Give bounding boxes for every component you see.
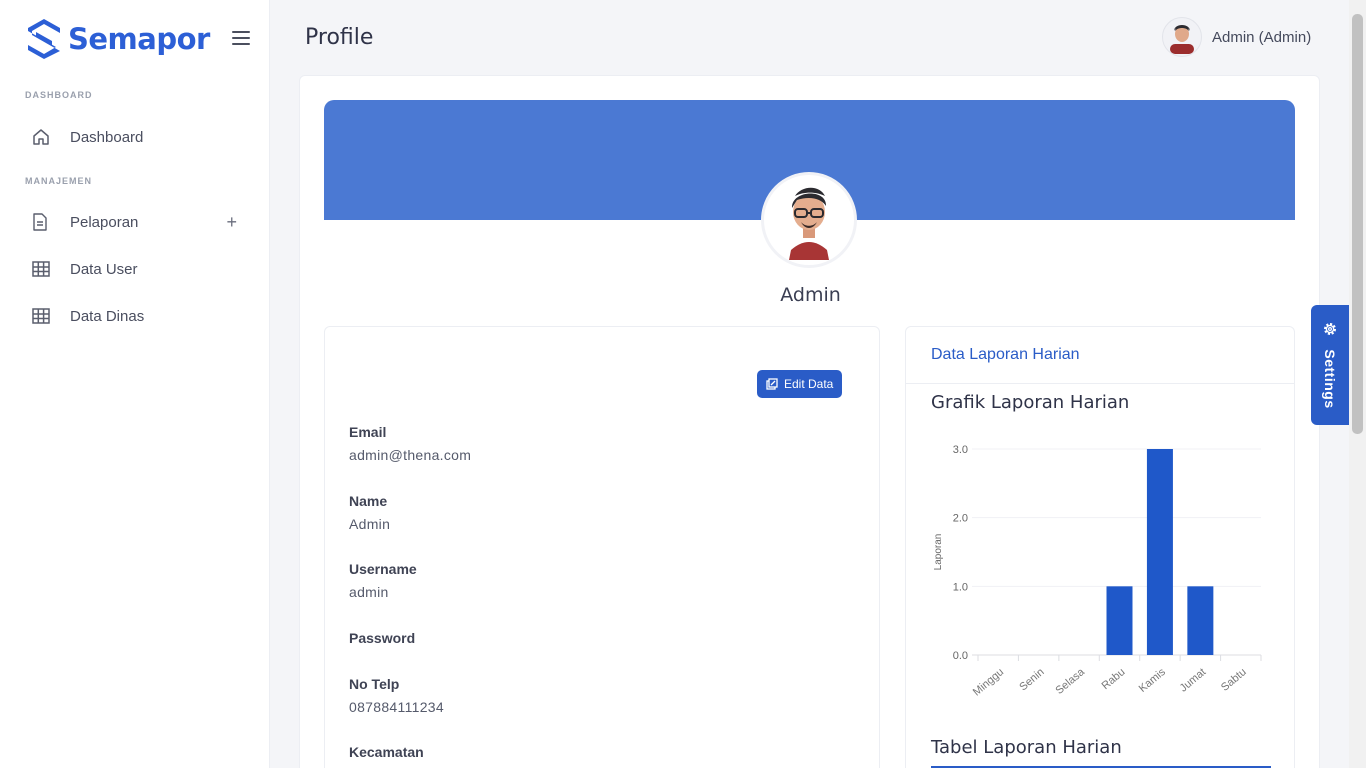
sidebar-item-data-user[interactable]: Data User xyxy=(25,251,245,287)
document-icon xyxy=(25,212,57,232)
x-tick-label: Selasa xyxy=(1054,666,1088,697)
x-tick-label: Rabu xyxy=(1100,666,1128,692)
sidebar-item-label: Dashboard xyxy=(70,128,144,146)
scrollbar-thumb[interactable] xyxy=(1352,14,1363,434)
menu-header-dashboard: DASHBOARD xyxy=(25,90,93,100)
table-title: Tabel Laporan Harian xyxy=(931,737,1122,758)
expand-plus-icon[interactable]: + xyxy=(226,212,237,233)
page-title: Profile xyxy=(305,25,374,50)
chart-title: Grafik Laporan Harian xyxy=(931,392,1130,413)
report-card-header: Data Laporan Harian xyxy=(906,327,1294,384)
home-icon xyxy=(25,127,57,147)
field-name: Name Admin xyxy=(349,493,391,532)
profile-info-card: Edit Data Email admin@thena.com Name Adm… xyxy=(324,326,880,768)
bar xyxy=(1146,449,1173,655)
x-tick-label: Kamis xyxy=(1137,666,1169,695)
field-email: Email admin@thena.com xyxy=(349,424,472,463)
table-icon xyxy=(25,306,57,326)
edit-data-button[interactable]: Edit Data xyxy=(757,370,843,398)
sidebar-item-dashboard[interactable]: Dashboard xyxy=(25,119,245,155)
field-username: Username admin xyxy=(349,561,417,600)
bar xyxy=(1106,586,1133,655)
y-tick-label: 2.0 xyxy=(953,513,968,525)
bar xyxy=(1187,586,1214,655)
x-tick-label: Jumat xyxy=(1178,666,1209,694)
user-menu[interactable]: Admin (Admin) xyxy=(1162,17,1311,57)
y-tick-label: 3.0 xyxy=(953,444,968,456)
y-axis-label: Laporan xyxy=(933,534,944,571)
y-tick-label: 1.0 xyxy=(953,581,968,593)
x-tick-label: Senin xyxy=(1017,666,1046,693)
avatar xyxy=(1162,17,1202,57)
profile-name: Admin xyxy=(780,284,841,306)
report-card: Data Laporan Harian Grafik Laporan Haria… xyxy=(905,326,1295,768)
field-password: Password xyxy=(349,630,416,646)
brand-name: Semapor xyxy=(68,22,210,56)
profile-card: Admin Edit Data Email admin@thena.com Na… xyxy=(299,75,1320,768)
logo-icon xyxy=(28,19,60,59)
x-tick-label: Minggu xyxy=(971,666,1006,698)
settings-label: Settings xyxy=(1322,349,1338,409)
field-kecamatan: Kecamatan xyxy=(349,744,424,760)
y-tick-label: 0.0 xyxy=(953,650,968,662)
x-tick-label: Sabtu xyxy=(1219,666,1249,694)
sidebar-item-label: Data User xyxy=(70,260,138,278)
table-icon xyxy=(25,259,57,279)
sidebar-item-label: Data Dinas xyxy=(70,307,145,325)
sidebar-item-data-dinas[interactable]: Data Dinas xyxy=(25,298,245,334)
edit-data-label: Edit Data xyxy=(784,377,834,391)
sidebar: Semapor DASHBOARD Dashboard MANAJEMEN Pe… xyxy=(0,0,270,768)
user-name: Admin (Admin) xyxy=(1212,28,1312,46)
sidebar-item-label: Pelaporan xyxy=(70,213,139,231)
gear-icon xyxy=(1324,323,1336,335)
field-no-telp: No Telp 087884111234 xyxy=(349,676,444,715)
edit-icon xyxy=(766,378,778,390)
menu-header-manajemen: MANAJEMEN xyxy=(25,176,93,186)
scrollbar[interactable] xyxy=(1349,0,1366,768)
menu-toggle-icon[interactable] xyxy=(232,31,250,47)
bar-chart: 0.0 1.0 2.0 3.0 Laporan Minggu Senin Selasa Rabu… xyxy=(933,444,1262,698)
settings-tab[interactable]: Settings xyxy=(1311,305,1349,425)
profile-avatar xyxy=(761,172,857,268)
brand[interactable]: Semapor xyxy=(24,17,210,61)
sidebar-item-pelaporan[interactable]: Pelaporan + xyxy=(25,204,245,240)
